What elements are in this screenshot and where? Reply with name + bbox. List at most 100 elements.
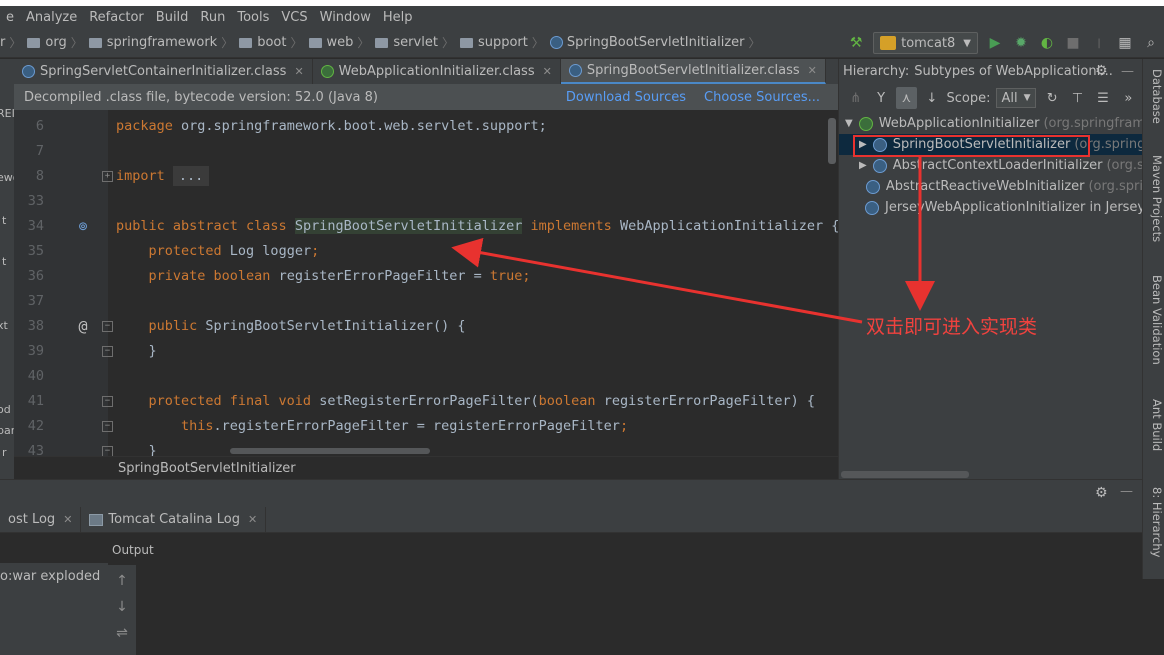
project-tree-fragment[interactable]: r	[2, 446, 7, 459]
hierarchy-horizontal-scrollbar[interactable]	[841, 471, 969, 478]
run-icon[interactable]: ▶	[984, 32, 1006, 54]
project-tree-fragment[interactable]: od	[0, 403, 11, 416]
hierarchy-tree-item[interactable]: JerseyWebApplicationInitializer in Jerse…	[839, 197, 1142, 218]
editor-tab[interactable]: SpringBootServletInitializer.class ✕	[560, 59, 826, 84]
code-line: 41 protected final void setRegisterError…	[14, 389, 838, 414]
stop-icon[interactable]: ■	[1062, 32, 1084, 54]
collapsed-arrow-icon[interactable]: ▶	[859, 160, 867, 171]
project-structure-icon[interactable]: ▦	[1114, 32, 1136, 54]
autoscroll-icon[interactable]: ⊤	[1067, 87, 1088, 109]
coverage-icon[interactable]: ◐	[1036, 32, 1058, 54]
log-tab[interactable]: Tomcat Catalina Log ✕	[81, 507, 267, 532]
project-tree-fragment[interactable]: t	[2, 255, 6, 268]
menu-item-run[interactable]: Run	[194, 10, 231, 25]
search-icon[interactable]: ⌕	[1140, 32, 1162, 54]
code-token: registerErrorPageFilter =	[278, 268, 490, 284]
project-tree-fragment[interactable]: xt	[0, 319, 8, 332]
breadcrumb-item[interactable]: boot 〉	[235, 34, 304, 51]
build-hammer-icon[interactable]: ⚒	[845, 32, 867, 54]
close-icon[interactable]: ✕	[63, 513, 72, 526]
editor-vertical-scrollbar[interactable]	[828, 118, 836, 164]
menu-item-vcs[interactable]: VCS	[275, 10, 313, 25]
main-toolbar: ⚒ tomcat8 ▼ ▶ ✹ ◐ ■ | ▦ ⌕	[843, 28, 1164, 58]
code-text: }	[116, 439, 157, 456]
menu-item-e[interactable]: e	[0, 10, 20, 25]
menu-item-window[interactable]: Window	[314, 10, 377, 25]
code-line: 33	[14, 189, 838, 214]
code-text: this.registerErrorPageFilter = registerE…	[116, 414, 628, 439]
tool-window-button[interactable]: Maven Projects	[1146, 155, 1164, 242]
project-tree-fragment[interactable]: bar	[0, 424, 14, 437]
hide-panel-icon[interactable]: —	[1121, 64, 1134, 79]
menu-item-help[interactable]: Help	[377, 10, 419, 25]
project-tree-fragment[interactable]: ewo	[0, 171, 14, 184]
scope-select[interactable]: All ▼	[996, 88, 1036, 108]
breadcrumb-item[interactable]: support 〉	[456, 34, 546, 51]
tool-window-button[interactable]: Database	[1146, 69, 1164, 124]
log-tab[interactable]: ost Log ✕	[0, 507, 82, 532]
debug-bug-icon[interactable]: ✹	[1010, 32, 1032, 54]
breadcrumb-item[interactable]: web 〉	[305, 34, 372, 51]
class-icon	[865, 200, 879, 215]
implemented-marker-icon[interactable]: ⊚	[74, 217, 92, 235]
fold-marker-icon[interactable]: −	[102, 421, 113, 432]
folder-icon	[308, 37, 322, 48]
hide-panel-icon[interactable]: —	[1120, 484, 1133, 499]
gear-icon[interactable]: ⚙	[1095, 485, 1108, 501]
deployment-item[interactable]: o:war exploded	[0, 569, 100, 584]
breadcrumb-item[interactable]: servlet 〉	[371, 34, 456, 51]
fold-marker-icon[interactable]: −	[102, 346, 113, 357]
log-icon	[89, 513, 104, 526]
editor-tab[interactable]: WebApplicationInitializer.class ✕	[313, 59, 561, 84]
tool-window-button[interactable]: 8: Hierarchy	[1146, 487, 1164, 557]
close-icon[interactable]: ✕	[543, 65, 552, 78]
project-tree-fragment[interactable]: t	[2, 214, 6, 227]
project-tree-fragment[interactable]: REI	[0, 107, 14, 120]
download-sources-link[interactable]: Download Sources	[566, 90, 686, 105]
close-icon[interactable]: ✕	[248, 513, 257, 526]
hierarchy-tree-item[interactable]: ▶ AbstractContextLoaderInitializer(org.sp	[839, 155, 1142, 176]
choose-sources-link[interactable]: Choose Sources...	[704, 90, 820, 105]
fold-marker-icon[interactable]: −	[102, 321, 113, 332]
sort-alpha-icon[interactable]: ↓	[921, 87, 942, 109]
close-icon[interactable]: ✕	[294, 65, 303, 78]
fold-marker-icon[interactable]: +	[102, 171, 113, 182]
expanded-arrow-icon[interactable]: ▼	[845, 118, 853, 129]
gear-icon[interactable]: ⚙	[1095, 63, 1108, 79]
breadcrumb-file[interactable]: SpringBootServletInitializer 〉	[546, 34, 763, 51]
arrow-down-icon[interactable]: ↓	[114, 599, 130, 615]
editor-tab[interactable]: SpringServletContainerInitializer.class ✕	[14, 59, 313, 84]
menu-item-tools[interactable]: Tools	[231, 10, 275, 25]
code-line: 8 import ... +	[14, 164, 838, 189]
arrow-up-icon[interactable]: ↑	[114, 573, 130, 589]
tool-window-button[interactable]: Ant Build	[1146, 399, 1164, 451]
line-number: 42	[27, 418, 44, 434]
hierarchy-tree-item[interactable]: ▼ WebApplicationInitializer (org.springfra…	[839, 113, 1142, 134]
chevron-right-icon: 〉	[357, 36, 370, 50]
type-hierarchy-icon[interactable]: Y	[870, 87, 891, 109]
close-icon[interactable]: ✕	[808, 64, 817, 77]
breadcrumb-item[interactable]: springframework 〉	[85, 34, 236, 51]
fold-marker-icon[interactable]: −	[102, 446, 113, 456]
fold-marker-icon[interactable]: −	[102, 396, 113, 407]
soft-wrap-icon[interactable]: ⇌	[114, 625, 130, 641]
hierarchy-tree-item[interactable]: AbstractReactiveWebInitializer (org.spri	[839, 176, 1142, 197]
subtypes-icon[interactable]: ⋏	[895, 87, 918, 109]
run-configuration-select[interactable]: tomcat8 ▼	[873, 32, 978, 54]
menu-item-analyze[interactable]: Analyze	[20, 10, 83, 25]
editor-breadcrumb[interactable]: SpringBootServletInitializer	[14, 456, 838, 479]
refresh-icon[interactable]: ↻	[1042, 87, 1063, 109]
code-token: SpringBootServletInitializer() {	[205, 318, 466, 334]
code-editor[interactable]: 6 package org.springframework.boot.web.se…	[14, 110, 838, 456]
menu-item-refactor[interactable]: Refactor	[83, 10, 150, 25]
menu-item-build[interactable]: Build	[150, 10, 195, 25]
expand-all-icon[interactable]: ☰	[1092, 87, 1113, 109]
breadcrumb-item[interactable]: org 〉	[23, 34, 84, 51]
editor-horizontal-scrollbar[interactable]	[230, 448, 430, 454]
tool-window-button[interactable]: Bean Validation	[1146, 275, 1164, 365]
more-icon[interactable]: »	[1118, 87, 1139, 109]
breadcrumb-item[interactable]: r 〉	[0, 34, 23, 51]
at-annotation-icon[interactable]: @	[74, 317, 92, 335]
breadcrumb-label: support	[477, 35, 528, 50]
supertypes-icon[interactable]: ⋔	[845, 87, 866, 109]
